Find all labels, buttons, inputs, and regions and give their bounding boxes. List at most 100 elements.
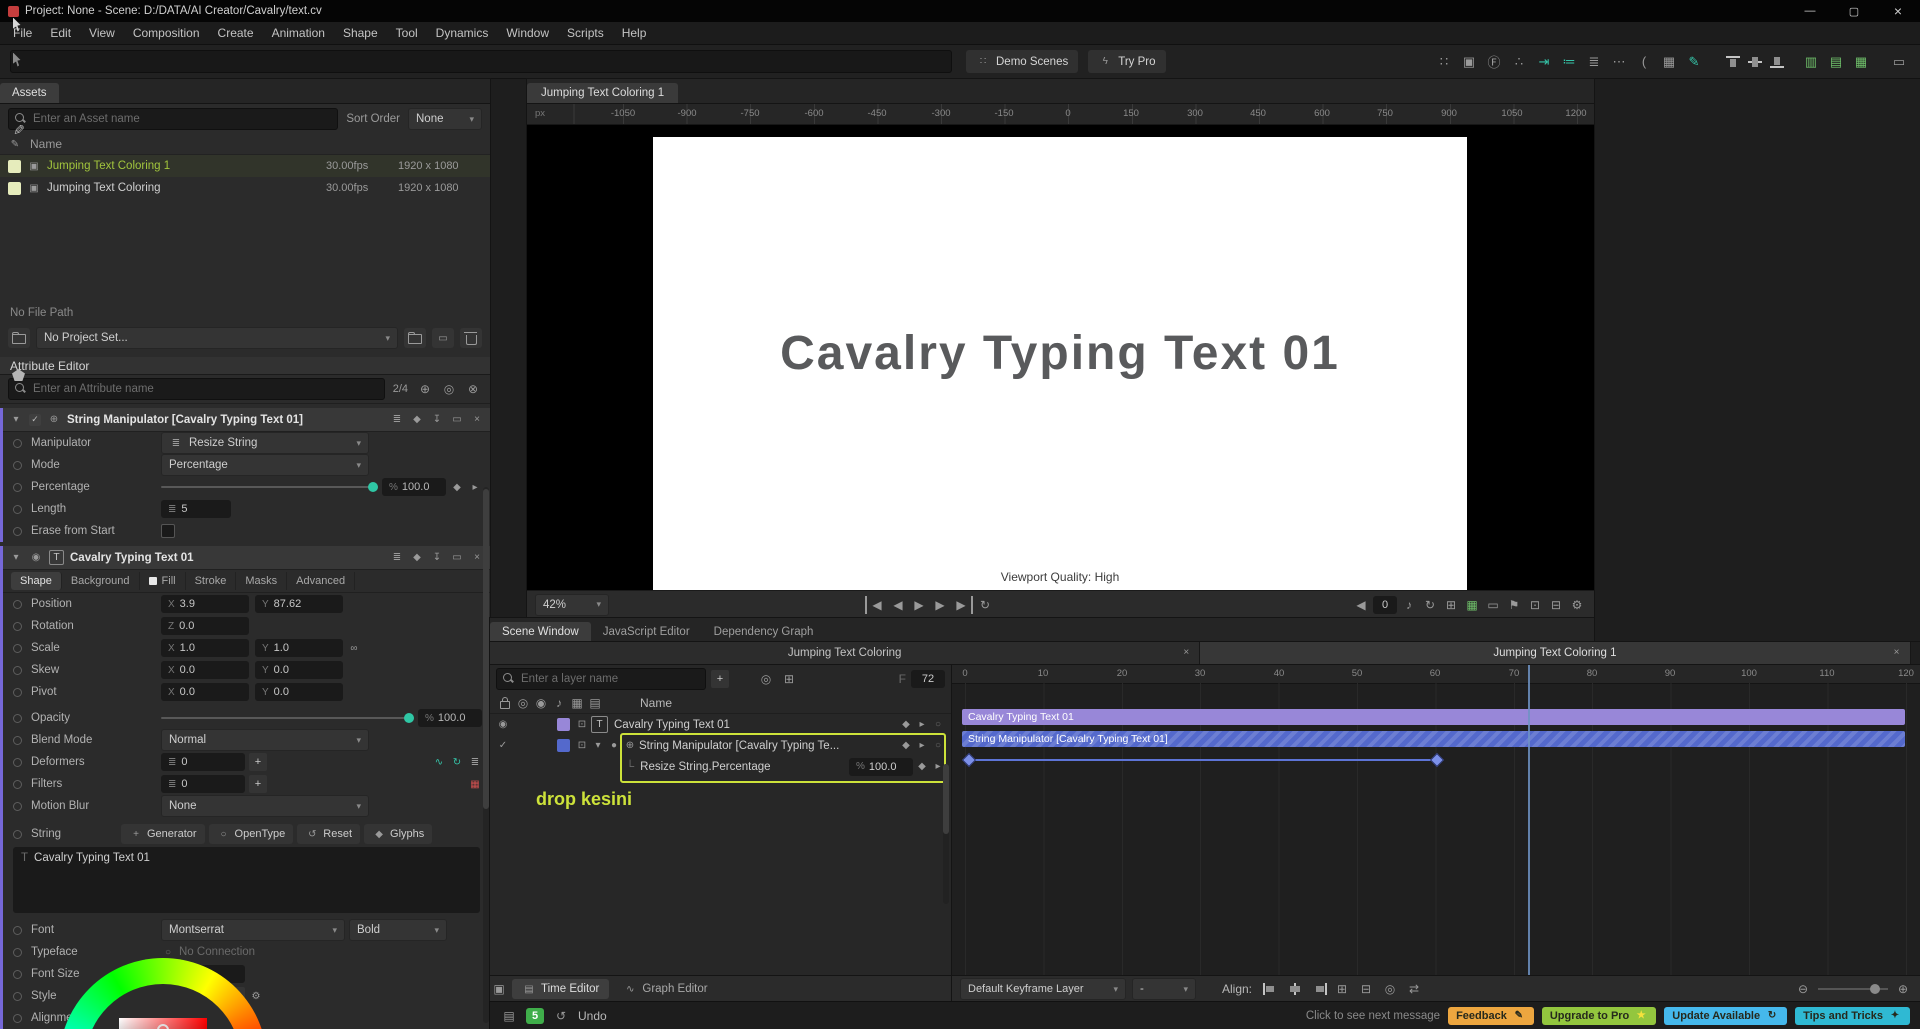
glyphs-button[interactable]: ◆ Glyphs bbox=[364, 824, 432, 844]
falloff-icon[interactable]: ↻ bbox=[450, 755, 464, 769]
filter-layers-icon[interactable]: ⊞ bbox=[780, 670, 798, 688]
update-available-badge[interactable]: Update Available ↻ bbox=[1664, 1007, 1787, 1025]
pin-search-icon[interactable]: ◎ bbox=[440, 380, 458, 398]
close-tab-icon[interactable]: × bbox=[1179, 645, 1193, 659]
close-button[interactable]: × bbox=[1876, 0, 1920, 22]
outliner-scrollbar[interactable] bbox=[943, 764, 949, 904]
position-y-field[interactable]: Y87.62 bbox=[255, 595, 343, 613]
isolate-icon[interactable]: ◎ bbox=[757, 670, 775, 688]
scale-x-field[interactable]: X1.0 bbox=[161, 639, 249, 657]
enabled-checkbox[interactable]: ✓ bbox=[29, 414, 41, 426]
keyframe-dot-icon[interactable]: ○ bbox=[931, 718, 945, 732]
loop-icon[interactable]: ↻ bbox=[976, 596, 994, 614]
layer-color-swatch[interactable] bbox=[557, 718, 570, 731]
comp-tab-active[interactable]: Jumping Text Coloring 1 × bbox=[1200, 642, 1910, 664]
font-tool-icon[interactable]: Ⓕ bbox=[1483, 51, 1505, 73]
delete-asset-button[interactable] bbox=[460, 328, 482, 348]
menu-edit[interactable]: Edit bbox=[41, 23, 80, 43]
keyframe-dot[interactable] bbox=[13, 948, 22, 957]
new-comp-icon[interactable]: ▣ bbox=[1458, 51, 1480, 73]
open-folder-button[interactable] bbox=[404, 328, 426, 348]
grid-snap-icon[interactable]: ⊞ bbox=[1442, 596, 1460, 614]
deformer-list-icon[interactable]: ≣ bbox=[468, 755, 482, 769]
keyframe-dot[interactable] bbox=[13, 780, 22, 789]
keyframe-dot[interactable] bbox=[13, 1014, 22, 1023]
sort-order-dropdown[interactable]: None ▾ bbox=[408, 108, 482, 130]
next-keyframe-icon[interactable]: ▸ bbox=[915, 718, 929, 732]
menu-animation[interactable]: Animation bbox=[263, 23, 334, 43]
frame-counter[interactable]: 0 bbox=[1373, 596, 1397, 614]
keyframe-dot[interactable] bbox=[13, 483, 22, 492]
keyframe-diamond[interactable] bbox=[962, 753, 976, 767]
menu-window[interactable]: Window bbox=[497, 23, 558, 43]
visibility-eye-icon[interactable]: ◉ bbox=[29, 551, 43, 565]
skew-x-field[interactable]: X0.0 bbox=[161, 661, 249, 679]
attribute-value-field[interactable]: % 100.0 bbox=[849, 758, 913, 776]
tab-shape[interactable]: Shape bbox=[11, 572, 62, 590]
particles-icon[interactable]: ∴ bbox=[1508, 51, 1530, 73]
collapse-chevron-icon[interactable]: ▾ bbox=[9, 413, 23, 427]
grid-layout-icon[interactable]: ▦ bbox=[1850, 51, 1872, 73]
opacity-field[interactable]: %100.0 bbox=[418, 709, 482, 727]
upgrade-pro-badge[interactable]: Upgrade to Pro ★ bbox=[1542, 1007, 1656, 1025]
status-message[interactable]: Click to see next message bbox=[1306, 1010, 1440, 1022]
asset-row[interactable]: ▣ Jumping Text Coloring 30.00fps 1920 x … bbox=[0, 177, 490, 199]
tab-stroke[interactable]: Stroke bbox=[186, 572, 237, 590]
keyframe-diamond-icon[interactable]: ◆ bbox=[899, 739, 913, 753]
current-frame-field[interactable]: 72 bbox=[911, 670, 945, 688]
keyframe-dot[interactable] bbox=[13, 736, 22, 745]
script-search-field[interactable] bbox=[10, 50, 952, 73]
asset-color-swatch[interactable] bbox=[8, 160, 21, 173]
guides-icon[interactable]: ▦ bbox=[1463, 596, 1481, 614]
sv-selector[interactable] bbox=[157, 1024, 169, 1029]
close-section-icon[interactable]: × bbox=[470, 551, 484, 565]
jump-end-icon[interactable]: ▶ bbox=[952, 596, 973, 614]
demo-scenes-button[interactable]: ∷ Demo Scenes bbox=[966, 50, 1078, 73]
tab-masks[interactable]: Masks bbox=[236, 572, 287, 590]
font-weight-dropdown[interactable]: Bold ▾ bbox=[349, 919, 447, 941]
zoom-out-icon[interactable]: ⊖ bbox=[1794, 980, 1812, 998]
menu-help[interactable]: Help bbox=[613, 23, 656, 43]
timeline-bar-text-layer[interactable]: Cavalry Typing Text 01 bbox=[962, 709, 1905, 725]
link-scale-icon[interactable]: ∞ bbox=[347, 641, 361, 655]
next-frame-icon[interactable]: ▶ bbox=[931, 596, 949, 614]
timeline-zoom-slider[interactable] bbox=[1818, 982, 1888, 996]
refresh-icon[interactable]: ↻ bbox=[1421, 596, 1439, 614]
opentype-button[interactable]: ○ OpenType bbox=[209, 824, 294, 844]
menu-file[interactable]: File bbox=[4, 23, 41, 43]
keyframe-dot-icon[interactable]: ○ bbox=[931, 739, 945, 753]
timeline-ruler[interactable]: 0 10 20 30 40 50 60 70 80 90 100 110 120 bbox=[952, 665, 1920, 684]
timeline-tracks[interactable]: Cavalry Typing Text 01 String Manipulato… bbox=[952, 683, 1920, 976]
filters-field[interactable]: ≣0 bbox=[161, 775, 245, 793]
close-tab-icon[interactable]: × bbox=[1890, 645, 1904, 659]
layer-search-input[interactable] bbox=[496, 668, 706, 690]
generator-button[interactable]: + Generator bbox=[121, 824, 205, 844]
search-options-icon[interactable]: ⊕ bbox=[416, 380, 434, 398]
flag-icon[interactable]: ⚑ bbox=[1505, 596, 1523, 614]
table-tool-icon[interactable]: ▦ bbox=[1658, 51, 1680, 73]
tab-graph-editor[interactable]: ∿ Graph Editor bbox=[613, 979, 717, 999]
pin-icon[interactable]: ↧ bbox=[430, 551, 444, 565]
timeline[interactable]: 0 10 20 30 40 50 60 70 80 90 100 110 120 bbox=[952, 665, 1920, 1002]
keyframe-dot[interactable] bbox=[13, 461, 22, 470]
playhead[interactable] bbox=[1528, 665, 1530, 976]
export-panel-button[interactable]: ▭ bbox=[432, 328, 454, 348]
next-keyframe-icon[interactable]: ▸ bbox=[468, 480, 482, 494]
snap-frame-icon[interactable]: ⊟ bbox=[1357, 980, 1375, 998]
render-toggle-icon[interactable]: ⊡ bbox=[575, 718, 589, 732]
pivot-x-field[interactable]: X0.0 bbox=[161, 683, 249, 701]
tab-dependency-graph[interactable]: Dependency Graph bbox=[702, 622, 826, 642]
manipulator-dropdown[interactable]: ≣ Resize String ▾ bbox=[161, 432, 369, 454]
length-field[interactable]: ≣ 5 bbox=[161, 500, 231, 518]
section-header[interactable]: ▾ ✓ ⊕ String Manipulator [Cavalry Typing… bbox=[3, 408, 490, 432]
keyframe-diamond-icon[interactable]: ◆ bbox=[899, 718, 913, 732]
skew-y-field[interactable]: Y0.0 bbox=[255, 661, 343, 679]
keyframe-dot[interactable] bbox=[13, 926, 22, 935]
keyframe-dot[interactable] bbox=[13, 758, 22, 767]
feedback-badge[interactable]: Feedback ✎ bbox=[1448, 1007, 1534, 1025]
snap-grid-icon[interactable]: ⊞ bbox=[1333, 980, 1351, 998]
blend-mode-dropdown[interactable]: Normal ▾ bbox=[161, 729, 369, 751]
scale-y-field[interactable]: Y1.0 bbox=[255, 639, 343, 657]
tab-background[interactable]: Background bbox=[62, 572, 140, 590]
timeline-bar-manipulator[interactable]: String Manipulator [Cavalry Typing Text … bbox=[962, 731, 1905, 747]
